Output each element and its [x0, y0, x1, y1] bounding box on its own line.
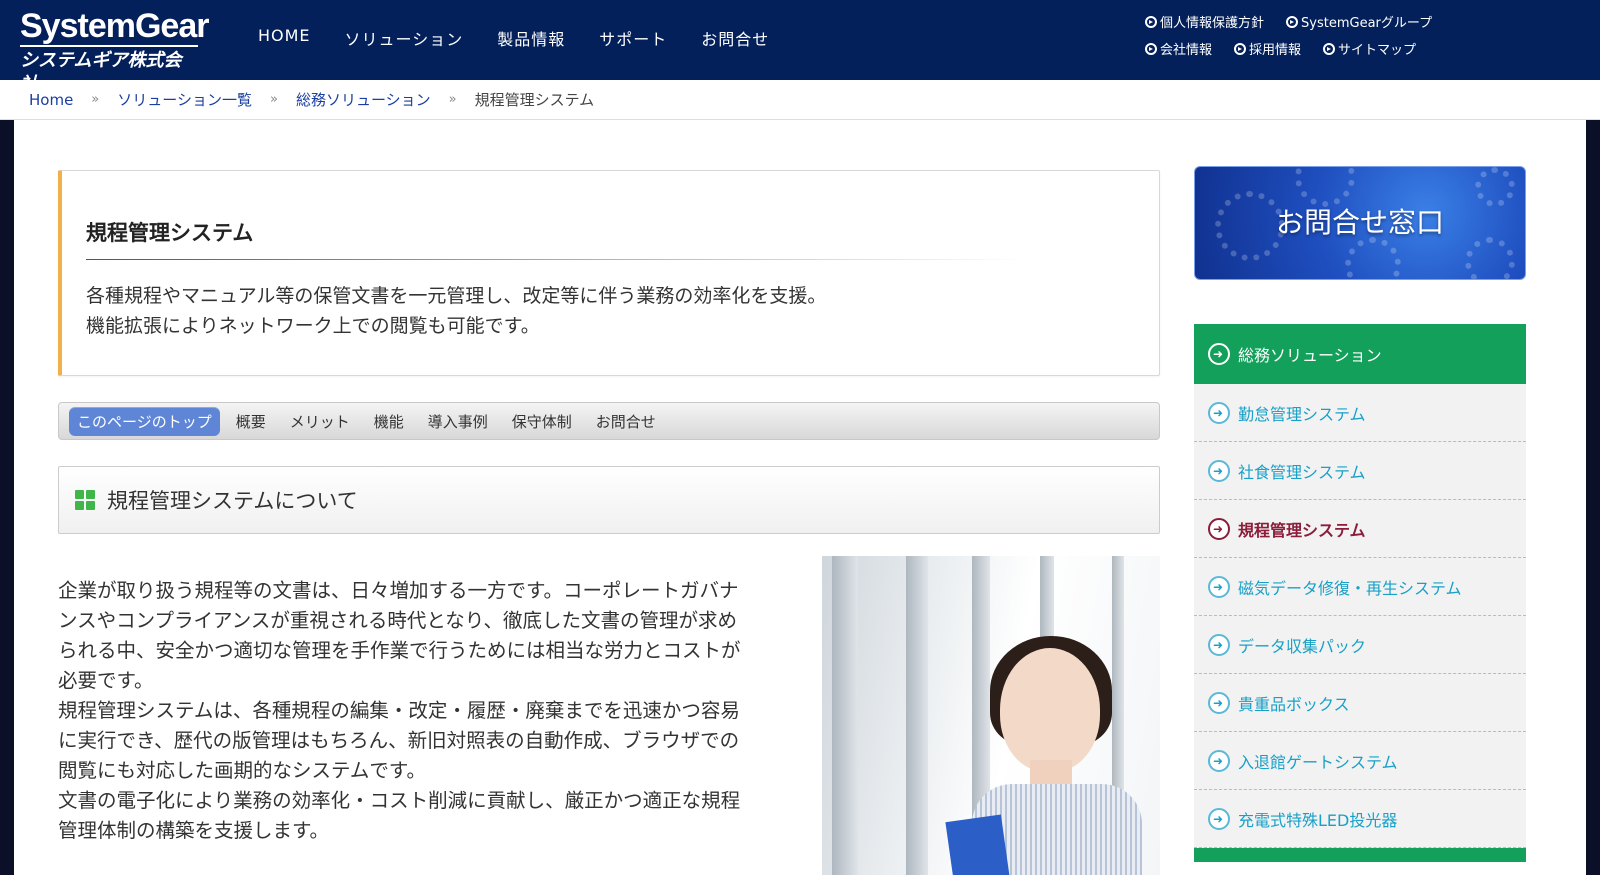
arrow-right-icon	[1208, 633, 1230, 656]
breadcrumb-general-affairs[interactable]: 総務ソリューション	[296, 89, 431, 110]
tab-overview[interactable]: 概要	[236, 411, 266, 432]
tab-case-studies[interactable]: 導入事例	[428, 411, 488, 432]
company-logo[interactable]: SystemGear システムギア株式会社	[20, 7, 209, 95]
tab-features[interactable]: 機能	[374, 411, 404, 432]
body-line: 管理体制の構築を支援します。	[58, 819, 330, 842]
util-recruit-label: 採用情報	[1249, 43, 1302, 58]
sidebar-item-regulation[interactable]: 規程管理システム	[1194, 500, 1526, 558]
intro-line: 各種規程やマニュアル等の保管文書を一元管理し、改定等に伴う業務の効率化を支援。	[86, 285, 827, 307]
util-sitemap-link[interactable]: サイトマップ	[1323, 39, 1416, 58]
utility-navigation: 個人情報保護方針 SystemGearグループ 会社情報 採用情報 サイトマップ	[1145, 12, 1465, 66]
businesswoman-photo	[822, 556, 1160, 875]
contact-window-banner[interactable]: お問合せ窓口	[1194, 166, 1526, 280]
site-header: SystemGear システムギア株式会社 HOME ソリューション 製品情報 …	[0, 0, 1600, 95]
nav-contact[interactable]: お問合せ	[701, 26, 769, 50]
sidebar-item-label: 社食管理システム	[1238, 462, 1366, 482]
logo-english: SystemGear	[20, 7, 209, 45]
sidebar-heading[interactable]: 総務ソリューション	[1194, 324, 1526, 384]
sidebar-item-label: 充電式特殊LED投光器	[1238, 810, 1398, 830]
green-grid-icon	[75, 490, 95, 510]
sidebar-item-label: 勤怠管理システム	[1238, 404, 1366, 424]
body-paragraph: 企業が取り扱う規程等の文書は、日々増加する一方です。コーポレートガバナ ンスやコ…	[58, 576, 788, 846]
breadcrumb-current: 規程管理システム	[474, 91, 595, 109]
circle-arrow-icon	[1323, 42, 1336, 55]
section-title: 規程管理システムについて	[107, 489, 358, 513]
sidebar-heading-label: 総務ソリューション	[1238, 346, 1382, 365]
intro-box: 規程管理システム 各種規程やマニュアル等の保管文書を一元管理し、改定等に伴う業務…	[58, 170, 1160, 376]
sidebar-menu: 総務ソリューション 勤怠管理システム 社食管理システム 規程管理システム 磁気デ…	[1194, 324, 1526, 862]
arrow-right-icon	[1208, 343, 1230, 365]
sidebar-item-cafeteria[interactable]: 社食管理システム	[1194, 442, 1526, 500]
title-divider	[86, 259, 1026, 260]
util-privacy-label: 個人情報保護方針	[1160, 16, 1265, 31]
circle-arrow-icon	[1286, 15, 1299, 28]
tab-page-top[interactable]: このページのトップ	[69, 406, 220, 436]
breadcrumb-home[interactable]: Home	[29, 91, 73, 109]
sidebar-next-heading	[1194, 848, 1526, 862]
circle-arrow-icon	[1145, 42, 1157, 55]
breadcrumb-solution-list[interactable]: ソリューション一覧	[117, 89, 252, 110]
util-privacy-link[interactable]: 個人情報保護方針	[1145, 12, 1264, 31]
page-title: 規程管理システム	[86, 221, 254, 245]
nav-solutions[interactable]: ソリューション	[345, 26, 464, 50]
util-group-link[interactable]: SystemGearグループ	[1286, 12, 1432, 31]
util-company-link[interactable]: 会社情報	[1145, 39, 1212, 58]
body-line: 企業が取り扱う規程等の文書は、日々増加する一方です。コーポレートガバナ	[58, 579, 739, 602]
arrow-right-icon	[1208, 749, 1230, 772]
util-group-label: SystemGearグループ	[1301, 16, 1433, 31]
util-sitemap-label: サイトマップ	[1338, 43, 1417, 58]
body-line: 閲覧にも対応した画期的なシステムです。	[58, 759, 426, 782]
sidebar-item-label: データ収集パック	[1238, 636, 1367, 656]
nav-home[interactable]: HOME	[258, 26, 311, 50]
arrow-right-icon	[1208, 517, 1230, 540]
sidebar-item-data-collection[interactable]: データ収集パック	[1194, 616, 1526, 674]
main-navigation: HOME ソリューション 製品情報 サポート お問合せ	[258, 26, 803, 50]
nav-products[interactable]: 製品情報	[497, 26, 565, 50]
breadcrumb-separator: »	[269, 92, 278, 107]
breadcrumb: Home » ソリューション一覧 » 総務ソリューション » 規程管理システム	[0, 80, 1600, 120]
arrow-right-icon	[1208, 575, 1230, 598]
sidebar-item-magnetic-data[interactable]: 磁気データ修復・再生システム	[1194, 558, 1526, 616]
circle-arrow-icon	[1234, 42, 1247, 55]
sidebar-item-label: 規程管理システム	[1238, 520, 1366, 540]
circle-arrow-icon	[1145, 15, 1157, 28]
contact-banner-label: お問合せ窓口	[1275, 206, 1444, 239]
arrow-right-icon	[1208, 691, 1230, 714]
body-line: 必要です。	[58, 669, 154, 692]
arrow-right-icon	[1208, 401, 1230, 424]
sidebar-item-valuables-box[interactable]: 貴重品ボックス	[1194, 674, 1526, 732]
body-line: 文書の電子化により業務の効率化・コスト削減に貢献し、厳正かつ適正な規程	[58, 789, 741, 812]
sidebar-item-attendance[interactable]: 勤怠管理システム	[1194, 384, 1526, 442]
tab-contact[interactable]: お問合せ	[596, 411, 656, 432]
sidebar-item-label: 貴重品ボックス	[1238, 694, 1350, 714]
sidebar-item-label: 磁気データ修復・再生システム	[1238, 578, 1462, 598]
section-heading: 規程管理システムについて	[58, 466, 1160, 534]
body-line: ンスやコンプライアンスが重視される時代となり、徹底した文書の管理が求め	[58, 609, 737, 632]
util-company-label: 会社情報	[1160, 43, 1213, 58]
sidebar-item-gate-system[interactable]: 入退館ゲートシステム	[1194, 732, 1526, 790]
intro-description: 各種規程やマニュアル等の保管文書を一元管理し、改定等に伴う業務の効率化を支援。 …	[86, 281, 826, 341]
page-anchor-tabs: このページのトップ 概要 メリット 機能 導入事例 保守体制 お問合せ	[58, 402, 1160, 440]
body-line: られる中、安全かつ適切な管理を手作業で行うためには相当な労力とコストが	[58, 639, 741, 662]
breadcrumb-separator: »	[91, 92, 100, 107]
nav-support[interactable]: サポート	[599, 26, 667, 50]
sidebar-item-label: 入退館ゲートシステム	[1238, 752, 1398, 772]
intro-line: 機能拡張によりネットワーク上での閲覧も可能です。	[86, 315, 540, 337]
body-line: に実行でき、歴代の版管理はもちろん、新旧対照表の自動作成、ブラウザでの	[58, 729, 740, 752]
util-recruit-link[interactable]: 採用情報	[1234, 39, 1301, 58]
sidebar-item-led-floodlight[interactable]: 充電式特殊LED投光器	[1194, 790, 1526, 848]
body-line: 規程管理システムは、各種規程の編集・改定・履歴・廃棄までを迅速かつ容易	[58, 699, 740, 722]
arrow-right-icon	[1208, 807, 1230, 830]
tab-maintenance[interactable]: 保守体制	[512, 411, 572, 432]
main-content: 規程管理システム 各種規程やマニュアル等の保管文書を一元管理し、改定等に伴う業務…	[14, 120, 1586, 875]
arrow-right-icon	[1208, 459, 1230, 482]
tab-merits[interactable]: メリット	[290, 411, 350, 432]
breadcrumb-separator: »	[448, 92, 457, 107]
